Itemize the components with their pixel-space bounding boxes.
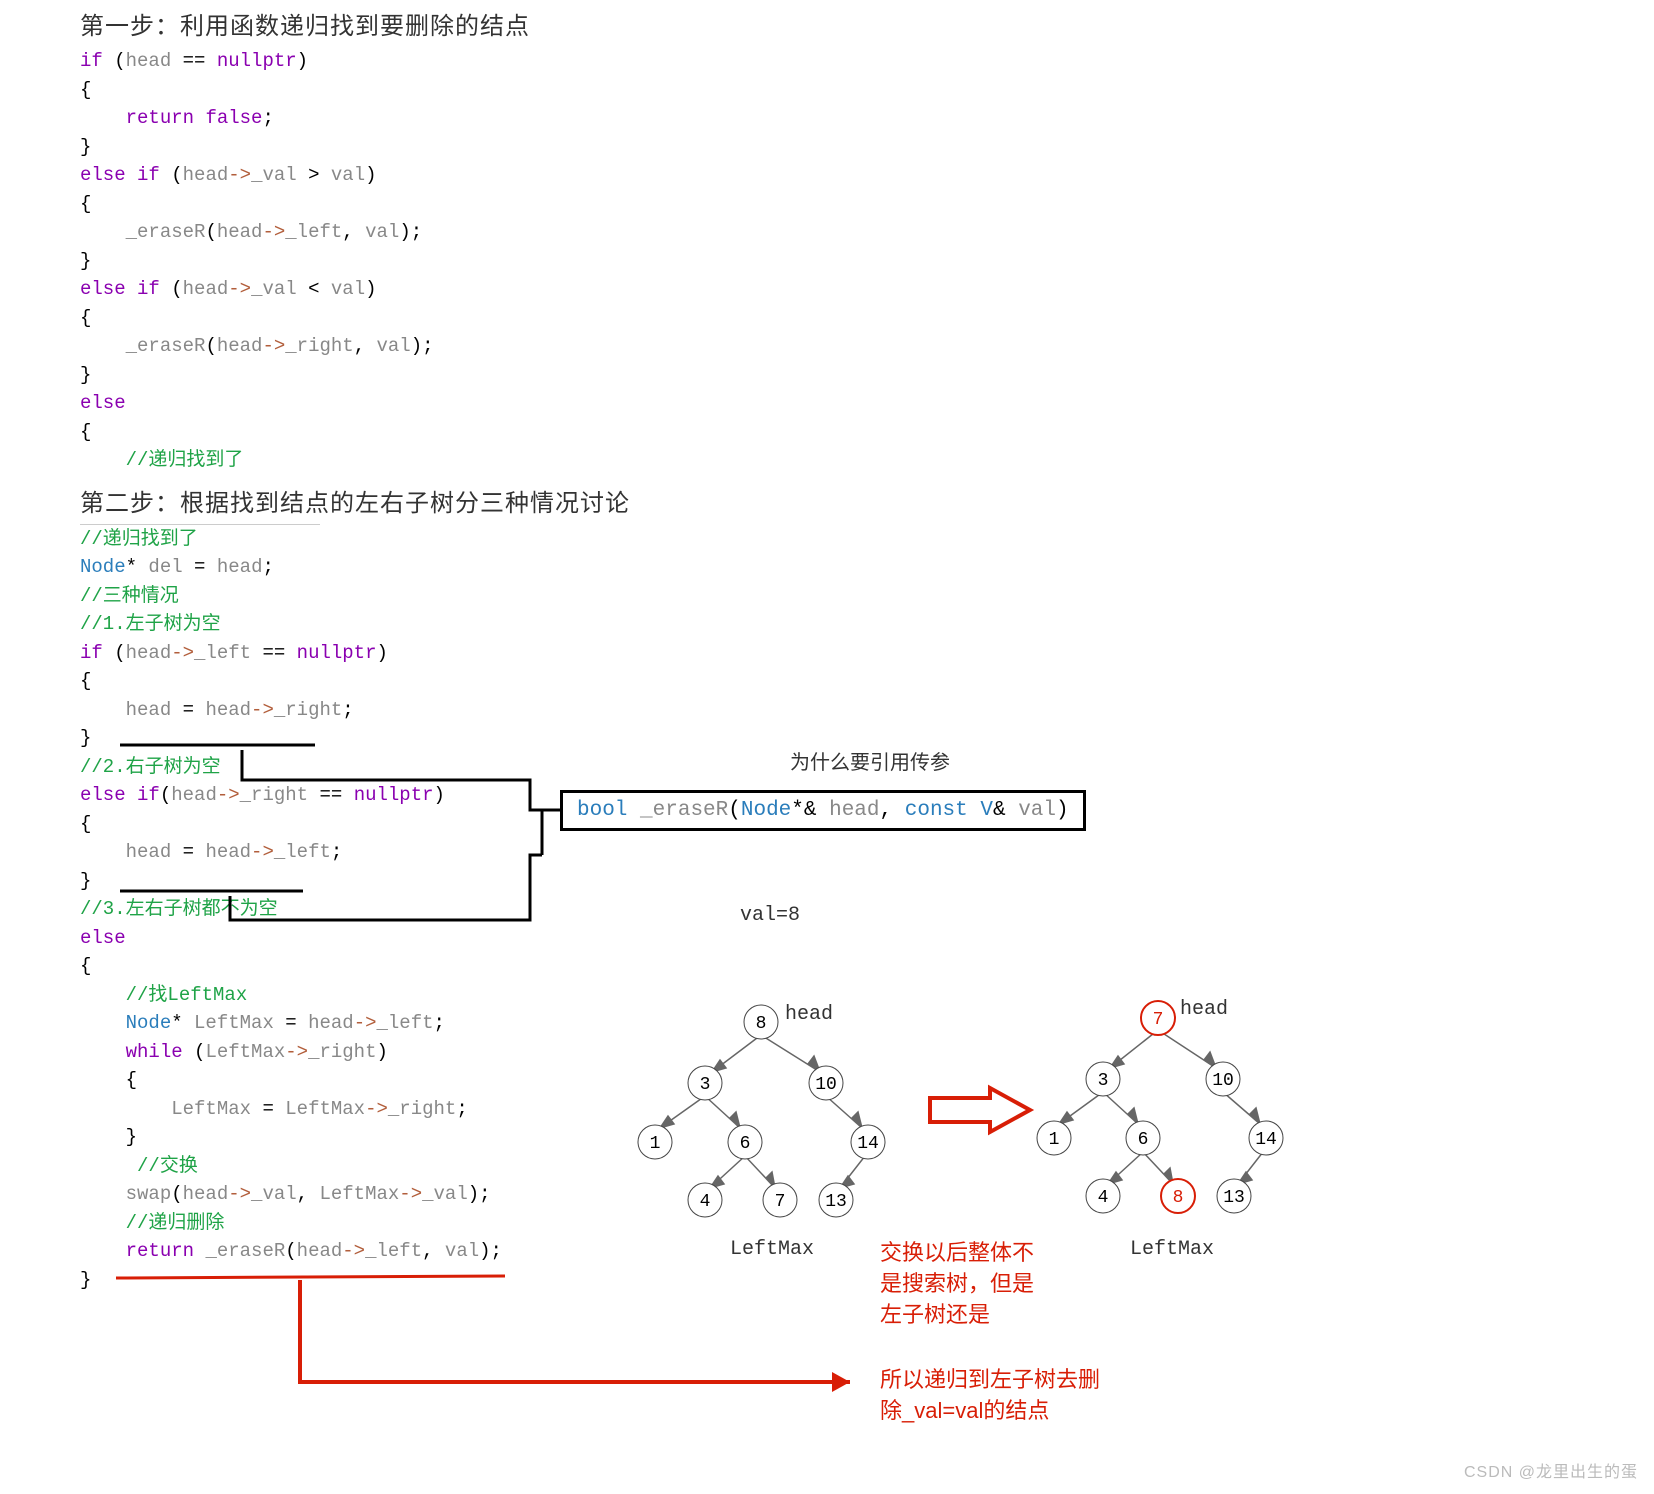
code-block-1: if (head == nullptr) { return false; } e… [80, 47, 1654, 475]
tree2-leftmax-label: LeftMax [1130, 1238, 1214, 1261]
annotation-val8: val=8 [740, 904, 800, 927]
kw-if: if [80, 50, 103, 72]
heading-step2: 第二步：根据找到结点的左右子树分三种情况讨论 [0, 483, 1654, 518]
watermark: CSDN @龙里出生的蛋 [1464, 1458, 1638, 1482]
tree1-leftmax-label: LeftMax [730, 1238, 814, 1261]
tree1-head-label: head [785, 1003, 833, 1026]
annotation-recurse-note: 所以递归到左子树去删 除_val=val的结点 [880, 1365, 1100, 1427]
tree2-head-label: head [1180, 998, 1228, 1021]
annotation-why-ref: 为什么要引用传参 [790, 746, 950, 775]
code-block-2: //递归找到了 Node* del = head; //三种情况 //1.左子树… [80, 525, 1654, 1295]
function-signature-box: bool _eraseR(Node*& head, const V& val) [560, 790, 1086, 831]
heading-step1: 第一步：利用函数递归找到要删除的结点 [0, 0, 1654, 41]
annotation-swap-note: 交换以后整体不 是搜索树，但是 左子树还是 [880, 1238, 1034, 1330]
